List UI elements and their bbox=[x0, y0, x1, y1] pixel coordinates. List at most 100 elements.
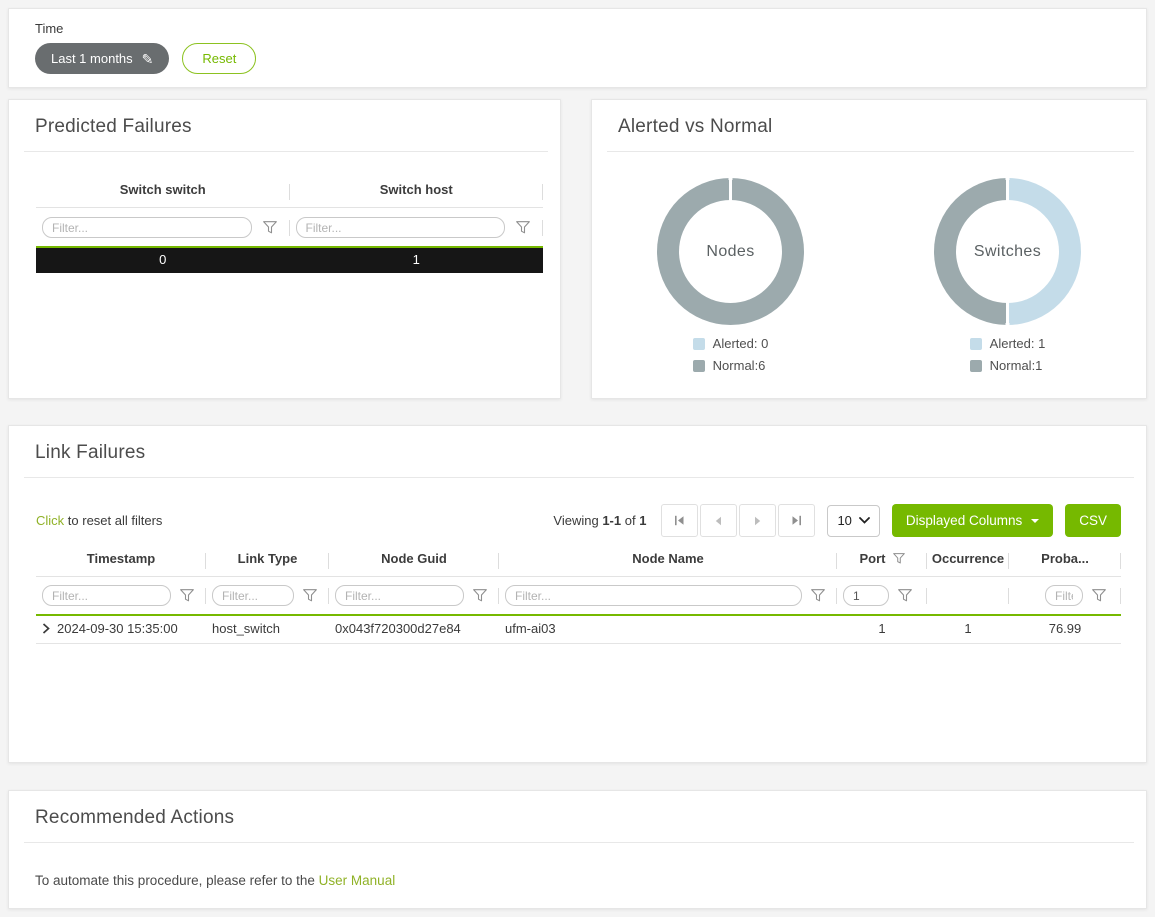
nodes-donut-chart[interactable]: Nodes bbox=[657, 178, 804, 325]
filter-funnel-icon[interactable] bbox=[1092, 589, 1106, 602]
link-type-filter-input[interactable] bbox=[212, 585, 294, 606]
switch-switch-filter-input[interactable] bbox=[42, 217, 252, 238]
displayed-columns-label: Displayed Columns bbox=[906, 513, 1022, 528]
legend-label: Normal:1 bbox=[990, 358, 1043, 373]
filter-cell-link-type bbox=[206, 585, 329, 606]
divider bbox=[24, 151, 548, 152]
nodes-legend: Alerted: 0 Normal:6 bbox=[693, 336, 769, 373]
legend-item-alerted[interactable]: Alerted: 0 bbox=[693, 336, 769, 351]
occurrence-cell: 1 bbox=[927, 621, 1009, 636]
probability-filter-input[interactable] bbox=[1045, 585, 1083, 606]
table-value-row[interactable]: 0 1 bbox=[36, 246, 543, 273]
page-size-value: 10 bbox=[837, 513, 851, 528]
node-guid-filter-input[interactable] bbox=[335, 585, 464, 606]
alerted-vs-normal-title: Alerted vs Normal bbox=[592, 100, 1146, 151]
switches-donut-block: Switches Alerted: 1 Normal:1 bbox=[869, 178, 1146, 373]
table-row[interactable]: 2024-09-30 15:35:00 host_switch 0x043f72… bbox=[36, 614, 1121, 644]
column-header-node-name[interactable]: Node Name bbox=[499, 546, 837, 576]
user-manual-link[interactable]: User Manual bbox=[319, 873, 396, 888]
switch-host-count: 1 bbox=[290, 248, 544, 273]
reset-filters-link[interactable]: Click bbox=[36, 513, 64, 528]
port-filter-input[interactable] bbox=[843, 585, 889, 606]
nodes-donut-label: Nodes bbox=[679, 200, 782, 303]
pagination-first-button[interactable] bbox=[661, 504, 698, 537]
legend-item-normal[interactable]: Normal:6 bbox=[693, 358, 769, 373]
row-expander-chevron-icon[interactable] bbox=[42, 623, 50, 634]
divider bbox=[24, 842, 1134, 843]
dashboard-page: Time Last 1 months ✎ Reset Predicted Fai… bbox=[0, 0, 1155, 909]
chevron-down-icon bbox=[859, 517, 870, 524]
time-range-button[interactable]: Last 1 months ✎ bbox=[35, 43, 169, 74]
alerted-swatch-icon bbox=[970, 338, 982, 350]
switches-donut-chart[interactable]: Switches bbox=[934, 178, 1081, 325]
pagination-next-button[interactable] bbox=[739, 504, 776, 537]
viewing-label: Viewing bbox=[553, 513, 598, 528]
recommended-actions-text: To automate this procedure, please refer… bbox=[35, 873, 1120, 888]
toolbar-right: Viewing 1-1 of 1 bbox=[553, 504, 1121, 537]
filter-funnel-icon[interactable] bbox=[516, 221, 530, 234]
filter-funnel-icon[interactable] bbox=[811, 589, 825, 602]
filter-cell-node-guid bbox=[329, 585, 499, 606]
time-panel-label: Time bbox=[35, 21, 1120, 36]
legend-item-normal[interactable]: Normal:1 bbox=[970, 358, 1046, 373]
column-header-port[interactable]: Port bbox=[837, 546, 927, 576]
pagination-controls bbox=[661, 504, 815, 537]
link-failures-table: Timestamp Link Type Node Guid Node Name … bbox=[36, 546, 1121, 644]
filter-funnel-icon[interactable] bbox=[263, 221, 277, 234]
pagination-last-button[interactable] bbox=[778, 504, 815, 537]
recommended-actions-panel: Recommended Actions To automate this pro… bbox=[8, 790, 1147, 909]
table-filter-row bbox=[36, 208, 543, 246]
normal-swatch-icon bbox=[970, 360, 982, 372]
legend-label: Alerted: 0 bbox=[713, 336, 769, 351]
link-failures-toolbar: Click to reset all filters Viewing 1-1 o… bbox=[36, 504, 1121, 537]
predicted-failures-title: Predicted Failures bbox=[9, 100, 560, 151]
node-name-filter-input[interactable] bbox=[505, 585, 802, 606]
reset-filters-text: to reset all filters bbox=[64, 513, 162, 528]
csv-label: CSV bbox=[1079, 513, 1107, 528]
active-filter-funnel-icon bbox=[893, 553, 905, 564]
pagination-prev-button[interactable] bbox=[700, 504, 737, 537]
node-name-cell: ufm-ai03 bbox=[499, 621, 837, 636]
viewing-range: 1-1 bbox=[602, 513, 621, 528]
filter-cell-port bbox=[837, 585, 927, 606]
column-header-link-type[interactable]: Link Type bbox=[206, 546, 329, 576]
alerted-vs-normal-panel: Alerted vs Normal Nodes Alerted: 0 bbox=[591, 99, 1147, 399]
procedure-text: To automate this procedure, please refer… bbox=[35, 873, 319, 888]
normal-swatch-icon bbox=[693, 360, 705, 372]
timestamp-filter-input[interactable] bbox=[42, 585, 171, 606]
page-size-select[interactable]: 10 bbox=[827, 505, 879, 537]
filter-funnel-icon[interactable] bbox=[473, 589, 487, 602]
switches-donut-label: Switches bbox=[956, 200, 1059, 303]
column-header-switch-host[interactable]: Switch host bbox=[290, 177, 544, 207]
filter-cell-switch-host bbox=[290, 217, 544, 238]
table-filter-row bbox=[36, 577, 1121, 614]
column-header-switch-switch[interactable]: Switch switch bbox=[36, 177, 290, 207]
displayed-columns-button[interactable]: Displayed Columns bbox=[892, 504, 1053, 537]
filter-funnel-icon[interactable] bbox=[180, 589, 194, 602]
pencil-icon: ✎ bbox=[142, 52, 154, 66]
switches-legend: Alerted: 1 Normal:1 bbox=[970, 336, 1046, 373]
caret-down-icon bbox=[1031, 519, 1039, 523]
port-header-label: Port bbox=[860, 551, 886, 566]
filter-funnel-icon[interactable] bbox=[898, 589, 912, 602]
top-panels-row: Predicted Failures Switch switch Switch … bbox=[8, 99, 1147, 399]
divider bbox=[607, 151, 1134, 152]
legend-label: Alerted: 1 bbox=[990, 336, 1046, 351]
viewing-of: of bbox=[625, 513, 636, 528]
time-controls: Last 1 months ✎ Reset bbox=[35, 43, 1120, 74]
legend-item-alerted[interactable]: Alerted: 1 bbox=[970, 336, 1046, 351]
column-header-probability[interactable]: Proba... bbox=[1009, 546, 1121, 576]
column-header-timestamp[interactable]: Timestamp bbox=[36, 546, 206, 576]
switch-host-filter-input[interactable] bbox=[296, 217, 506, 238]
divider bbox=[24, 477, 1134, 478]
csv-export-button[interactable]: CSV bbox=[1065, 504, 1121, 537]
predicted-failures-panel: Predicted Failures Switch switch Switch … bbox=[8, 99, 561, 399]
table-header-row: Timestamp Link Type Node Guid Node Name … bbox=[36, 546, 1121, 577]
switch-switch-count: 0 bbox=[36, 248, 290, 273]
legend-label: Normal:6 bbox=[713, 358, 766, 373]
filter-funnel-icon[interactable] bbox=[303, 589, 317, 602]
column-header-node-guid[interactable]: Node Guid bbox=[329, 546, 499, 576]
column-header-occurrence[interactable]: Occurrence bbox=[927, 546, 1009, 576]
viewing-status: Viewing 1-1 of 1 bbox=[553, 513, 646, 528]
reset-button[interactable]: Reset bbox=[182, 43, 256, 74]
